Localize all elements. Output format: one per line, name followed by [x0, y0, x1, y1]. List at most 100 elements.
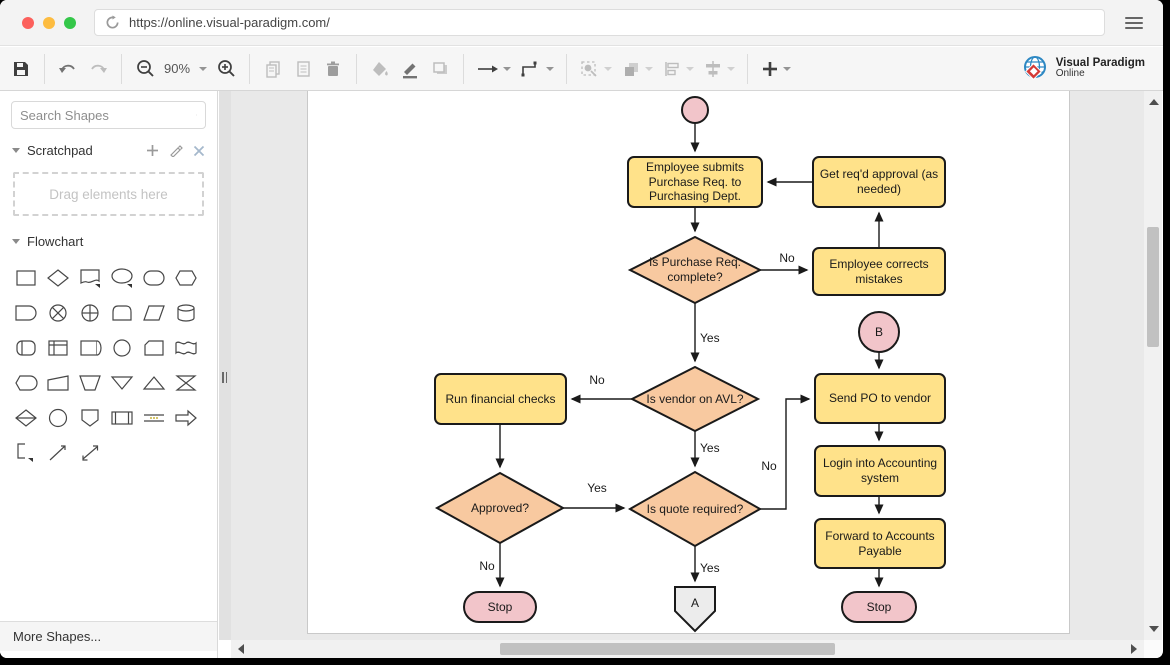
shape-card[interactable] [138, 335, 170, 361]
shape-database[interactable] [170, 300, 202, 326]
shape-terminator[interactable] [138, 265, 170, 291]
shape-paper-tape[interactable] [170, 335, 202, 361]
reload-icon[interactable] [105, 15, 120, 30]
paste-button[interactable] [288, 53, 318, 85]
shape-collate[interactable] [170, 370, 202, 396]
edit-icon[interactable] [169, 144, 183, 157]
scroll-up-arrow-icon[interactable] [1149, 99, 1159, 105]
search-shapes-box[interactable] [11, 101, 206, 129]
node-approved-label: Approved? [439, 496, 561, 520]
node-start-circle[interactable] [682, 97, 708, 123]
chevron-down-icon [503, 67, 511, 71]
node-stop-right-label: Stop [842, 593, 916, 621]
scratchpad-hint: Drag elements here [49, 187, 168, 202]
edge-quote-no-sendpo[interactable] [760, 399, 809, 509]
zoom-out-button[interactable] [130, 53, 160, 85]
shape-delay[interactable] [10, 300, 42, 326]
shape-transmission-tape[interactable] [138, 405, 170, 431]
align-dropdown[interactable] [657, 53, 698, 85]
shape-magnetic-drum[interactable] [74, 335, 106, 361]
node-stop-left-label: Stop [464, 593, 536, 621]
edge-label-yes: Yes [580, 481, 614, 495]
shape-arrow-right[interactable] [170, 405, 202, 431]
shape-document[interactable] [74, 265, 106, 291]
search-input[interactable] [20, 108, 196, 123]
add-shape-dropdown[interactable] [756, 53, 795, 85]
shape-l-bracket[interactable] [10, 440, 42, 466]
shape-process[interactable] [10, 265, 42, 291]
shape-circle[interactable] [42, 405, 74, 431]
delete-button[interactable] [318, 53, 348, 85]
more-shapes-button[interactable]: More Shapes... [0, 621, 217, 651]
shape-merge[interactable] [138, 370, 170, 396]
vertical-scrollbar-thumb[interactable] [1147, 227, 1159, 347]
shape-internal-storage[interactable] [42, 335, 74, 361]
zoom-level-dropdown[interactable]: 90% [160, 61, 211, 76]
shape-predefined-process[interactable] [106, 405, 138, 431]
sidebar-collapse-gutter[interactable] [219, 91, 231, 640]
shape-connector-circle[interactable] [106, 335, 138, 361]
maximize-window-button[interactable] [64, 17, 76, 29]
shape-or[interactable] [74, 300, 106, 326]
shape-direct-access-storage[interactable] [10, 335, 42, 361]
arrow-style-dropdown[interactable] [472, 53, 515, 85]
shape-display[interactable] [10, 370, 42, 396]
paste-icon [293, 59, 313, 79]
shape-summing-junction[interactable] [42, 300, 74, 326]
line-color-button[interactable] [395, 53, 425, 85]
more-shapes-label: More Shapes... [13, 629, 101, 644]
shape-extract[interactable] [106, 370, 138, 396]
scratchpad-title: Scratchpad [27, 143, 93, 158]
trash-icon [323, 59, 343, 79]
menu-icon[interactable] [1119, 17, 1163, 29]
minimize-window-button[interactable] [43, 17, 55, 29]
edge-label-no: No [472, 559, 502, 573]
add-icon[interactable] [146, 144, 159, 157]
shape-manual-operation[interactable] [74, 370, 106, 396]
chevron-down-icon [783, 67, 791, 71]
shape-decision[interactable] [42, 265, 74, 291]
canvas-page[interactable]: Employee submits Purchase Req. to Purcha… [307, 91, 1070, 634]
scroll-left-arrow-icon[interactable] [238, 644, 244, 654]
save-button[interactable] [6, 53, 36, 85]
diagram-canvas[interactable]: Employee submits Purchase Req. to Purcha… [231, 91, 1144, 640]
shape-sort[interactable] [10, 405, 42, 431]
window-controls [0, 17, 94, 29]
line-color-icon [400, 59, 420, 79]
vertical-scrollbar[interactable] [1144, 91, 1162, 640]
selection-mode-dropdown[interactable] [575, 53, 616, 85]
align-icon [661, 59, 683, 79]
scratchpad-dropzone[interactable]: Drag elements here [13, 172, 204, 216]
flowchart-section-header[interactable]: Flowchart [0, 226, 217, 255]
scroll-right-arrow-icon[interactable] [1131, 644, 1137, 654]
shape-bidirectional-connector[interactable] [74, 440, 106, 466]
shape-preparation[interactable] [170, 265, 202, 291]
shape-manual-loading[interactable] [42, 370, 74, 396]
search-icon [196, 107, 197, 123]
distribute-dropdown[interactable] [698, 53, 739, 85]
shape-line-connector[interactable] [42, 440, 74, 466]
shape-off-page-connector[interactable] [74, 405, 106, 431]
layer-order-dropdown[interactable] [616, 53, 657, 85]
shape-ellipse[interactable] [106, 265, 138, 291]
fill-color-button[interactable] [365, 53, 395, 85]
connector-style-dropdown[interactable] [515, 53, 558, 85]
undo-button[interactable] [53, 53, 83, 85]
collapse-triangle-icon [12, 148, 20, 153]
scroll-down-arrow-icon[interactable] [1149, 626, 1159, 632]
shape-data[interactable] [138, 300, 170, 326]
shadow-button[interactable] [425, 53, 455, 85]
horizontal-scrollbar-thumb[interactable] [500, 643, 835, 655]
shape-stored-data[interactable] [106, 300, 138, 326]
redo-button[interactable] [83, 53, 113, 85]
address-bar[interactable] [94, 9, 1105, 36]
close-icon[interactable] [193, 145, 205, 157]
copy-button[interactable] [258, 53, 288, 85]
sidebar-collapse-handle[interactable] [222, 372, 227, 383]
scratchpad-section-header[interactable]: Scratchpad [0, 135, 217, 164]
close-window-button[interactable] [22, 17, 34, 29]
horizontal-scrollbar[interactable] [231, 640, 1144, 658]
zoom-in-button[interactable] [211, 53, 241, 85]
chevron-down-icon [727, 67, 735, 71]
url-input[interactable] [129, 15, 1094, 30]
